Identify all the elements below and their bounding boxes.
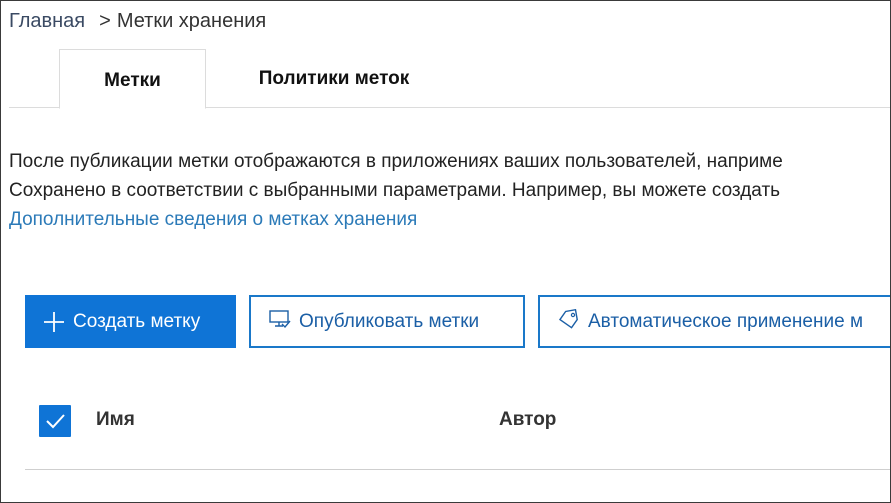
column-header-author[interactable]: Автор <box>499 405 556 435</box>
page-frame: Главная > Метки хранения Метки Политики ме… <box>0 0 891 503</box>
tag-icon <box>558 308 580 335</box>
description-line-2: Сохранено в соответствии с выбранными па… <box>9 180 781 201</box>
auto-apply-button-text: Автоматическое применение м <box>588 310 864 332</box>
description: После публикации метки отображаются в пр… <box>9 147 783 234</box>
checkmark-icon <box>46 414 65 429</box>
breadcrumb-current: Метки хранения <box>116 10 267 32</box>
learn-more-link[interactable]: Дополнительные сведения о метках хранени… <box>9 209 417 230</box>
create-label-button-text: Создать метку <box>73 310 201 332</box>
tab-label-policies-label: Политики меток <box>258 68 410 89</box>
select-all-checkbox[interactable] <box>39 405 71 437</box>
tab-labels-label: Метки <box>104 70 161 91</box>
column-header-name[interactable]: Имя <box>96 405 135 435</box>
description-line-1: После публикации метки отображаются в пр… <box>9 151 783 172</box>
create-label-button[interactable]: Создать метку <box>25 295 236 348</box>
table-header-divider <box>25 469 890 470</box>
tab-labels[interactable]: Метки <box>59 49 206 109</box>
breadcrumb-home-link[interactable]: Главная <box>9 10 85 32</box>
breadcrumb-separator: > <box>99 10 111 32</box>
auto-apply-button[interactable]: Автоматическое применение м <box>538 295 890 348</box>
publish-labels-button[interactable]: Опубликовать метки <box>249 295 525 348</box>
publish-labels-button-text: Опубликовать метки <box>299 310 480 332</box>
breadcrumb: Главная > Метки хранения <box>9 9 266 33</box>
plus-icon <box>43 311 65 333</box>
publish-icon <box>269 309 291 335</box>
tab-label-policies[interactable]: Политики меток <box>233 49 435 107</box>
